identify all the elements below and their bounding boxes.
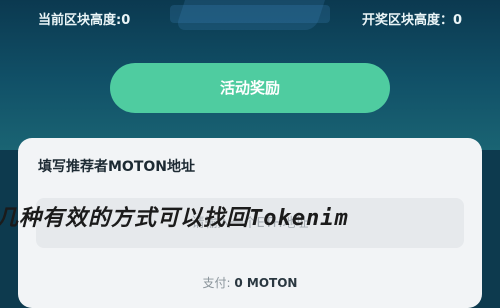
top-banner: 当前区块高度:0 开奖区块高度：0 活动奖励	[0, 0, 500, 150]
payment-amount: 0 MOTON	[234, 276, 298, 290]
claim-reward-button[interactable]: 活动奖励	[110, 63, 390, 113]
overlay-headline: 几种有效的方式可以找回Tokenim	[0, 206, 349, 231]
payment-label: 支付:	[202, 276, 231, 290]
current-block-label: 当前区块高度:	[38, 13, 122, 28]
current-block-stat: 当前区块高度:0	[38, 9, 130, 28]
payment-info: 支付: 0 MOTON	[18, 274, 482, 291]
current-block-value: 0	[121, 13, 131, 28]
reward-block-stat: 开奖区块高度：0	[362, 9, 462, 28]
reward-block-label: 开奖区块高度：	[361, 13, 453, 28]
banner-decoration-stripe	[170, 5, 330, 23]
reward-block-value: 0	[452, 13, 462, 28]
form-title: 填写推荐者MOTON地址	[38, 159, 196, 175]
